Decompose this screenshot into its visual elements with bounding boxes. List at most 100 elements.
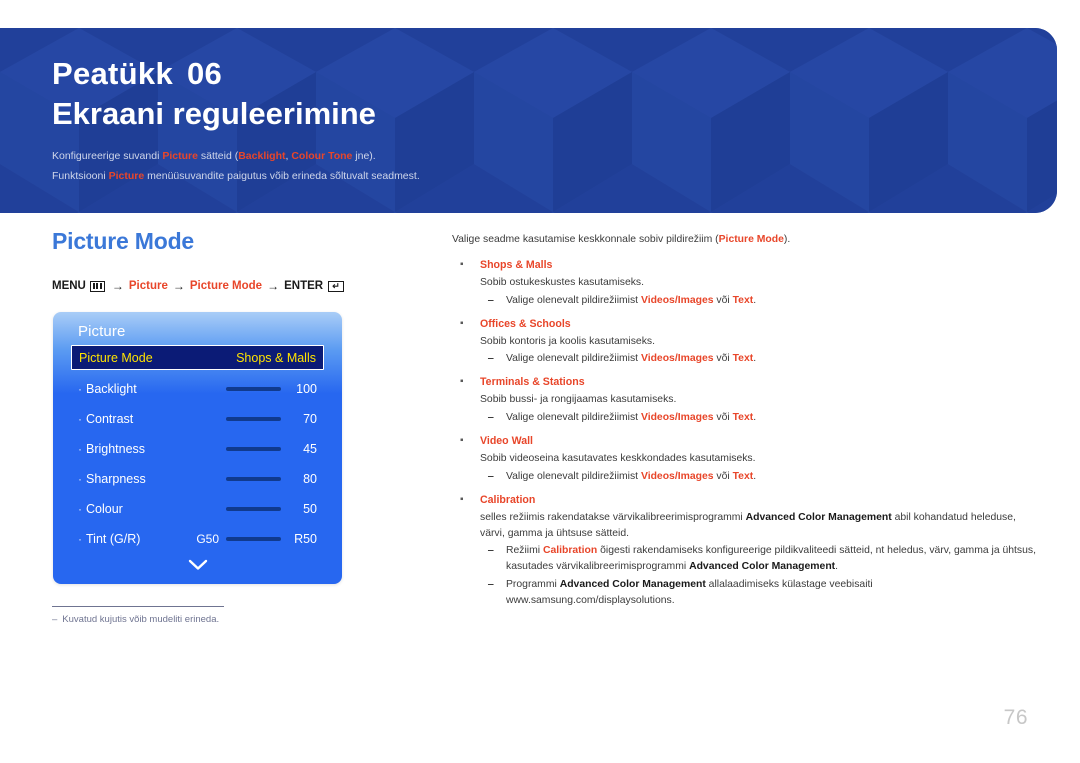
bullet-dot-icon: · [78,442,82,456]
list-item: ▪ Terminals & Stations Sobib bussi- ja r… [452,374,1042,426]
footnote-dash-marker: ‒ [52,614,58,625]
intro-pre: Valige seadme kasutamise keskkonnale sob… [452,234,719,245]
osd-row-sharpness[interactable]: · Sharpness 80 [71,464,324,494]
note-mid: või [713,353,733,365]
mode-desc-video-wall: Sobib videoseina kasutavates keskkondade… [480,453,756,465]
footnote-text-row: ‒ Kuvatud kujutis võib mudeliti erineda. [52,614,352,625]
note-post: . [753,470,757,482]
bullet-square-icon: ▪ [460,258,464,270]
chevron-down-icon [188,559,207,570]
chapter-title: Ekraani reguleerimine [52,96,376,132]
osd-value-sharpness: 80 [303,472,317,486]
note-hl-text: Text [732,294,754,306]
mode-note-video-wall: ‒ Valige olenevalt pildirežiimist Videos… [488,469,1042,485]
osd-row-tint[interactable]: · Tint (G/R) G50 R50 [71,524,324,554]
calib-desc-bold-acm: Advanced Color Management [745,511,892,523]
bullet-square-icon: ▪ [460,434,464,446]
osd-row-brightness[interactable]: · Brightness 45 [71,434,324,464]
sub1-highlight-backlight: Backlight [238,150,286,163]
menu-grid-icon [89,280,105,292]
dash-marker-icon: ‒ [488,470,494,482]
osd-row-list: Picture Mode Shops & Malls · Backlight 1… [53,345,342,554]
osd-row-label: Tint (G/R) [86,532,141,546]
osd-slider-sharpness[interactable] [226,477,281,481]
sub1-pre: Konfigureerige suvandi [52,150,163,163]
menu-key-label: MENU [52,280,86,292]
sub2-post: menüüsuvandite paigutus võib erineda sõl… [144,170,420,183]
mode-title-video-wall: Video Wall [480,434,533,447]
note-post: . [753,294,757,306]
osd-slider-contrast[interactable] [226,417,281,421]
bullet-square-icon: ▪ [460,493,464,505]
sub2-pre: Funktsiooni [52,170,109,183]
osd-row-picture-mode[interactable]: Picture Mode Shops & Malls [71,345,324,370]
note-mid: või [713,294,733,306]
note-hl-text: Text [732,412,754,424]
page-number: 76 [1003,706,1028,729]
breadcrumb-arrow-3: → [267,279,280,293]
note-post: . [753,353,757,365]
note-hl-videos-images: Videos/Images [640,294,714,306]
osd-picture-menu[interactable]: Picture Picture Mode Shops & Malls · Bac… [53,312,342,584]
osd-slider-brightness[interactable] [226,447,281,451]
breadcrumb: MENU → Picture → Picture Mode → ENTER ↵ [52,279,432,293]
mode-title-offices-schools: Offices & Schools [480,317,571,330]
mode-note-text: Valige olenevalt pildirežiimist Videos/I… [506,410,1042,426]
enter-return-icon: ↵ [328,280,345,292]
mode-note-text: Valige olenevalt pildirežiimist Videos/I… [506,469,1042,485]
note-pre: Valige olenevalt pildirežiimist [506,470,641,482]
note-hl-text: Text [732,353,754,365]
osd-slider-tint[interactable] [226,537,281,541]
note-post: . [753,412,757,424]
figure-footnote: ‒ Kuvatud kujutis võib mudeliti erineda. [52,606,352,625]
breadcrumb-step-picture-mode[interactable]: Picture Mode [190,280,262,292]
osd-slider-backlight[interactable] [226,387,281,391]
osd-value-colour: 50 [303,502,317,516]
dash-marker-icon: ‒ [488,294,494,306]
osd-slider-colour[interactable] [226,507,281,511]
sub2-highlight-picture: Picture [108,170,145,183]
calib-desc-pre: selles režiimis rakendatakse värvikalibr… [480,511,746,523]
intro-highlight-picture-mode: Picture Mode [718,234,784,245]
osd-row-colour[interactable]: · Colour 50 [71,494,324,524]
osd-scroll-down-button[interactable] [53,558,342,576]
note2-pre: Programmi [506,579,560,591]
bullet-square-icon: ▪ [460,376,464,388]
chapter-banner: Peatükk 06 Ekraani reguleerimine Konfigur… [0,28,1057,213]
note-pre: Valige olenevalt pildirežiimist [506,353,641,365]
mode-desc-terminals-stations: Sobib bussi- ja rongijaamas kasutamiseks… [480,394,677,406]
breadcrumb-step-picture[interactable]: Picture [129,280,168,292]
note-hl-videos-images: Videos/Images [640,412,714,424]
intro-paragraph: Valige seadme kasutamise keskkonnale sob… [452,232,1042,248]
mode-note-shops-malls: ‒ Valige olenevalt pildirežiimist Videos… [488,293,1042,309]
list-item: ▪ Offices & Schools Sobib kontoris ja ko… [452,316,1042,368]
osd-value-backlight: 100 [296,382,317,396]
bullet-dot-icon: · [78,382,82,396]
osd-value-brightness: 45 [303,442,317,456]
mode-desc-shops-malls: Sobib ostukeskustes kasutamiseks. [480,276,645,288]
note1-hl-calibration: Calibration [542,545,598,557]
osd-value-tint-green: G50 [196,532,219,546]
note-pre: Valige olenevalt pildirežiimist [506,412,641,424]
mode-desc-calibration: selles režiimis rakendatakse värvikalibr… [480,510,1042,542]
bullet-dot-icon: · [78,502,82,516]
sub1-highlight-colour-tone: Colour Tone [291,150,353,163]
list-item: ▪ Video Wall Sobib videoseina kasutavate… [452,433,1042,485]
banner-subtitle-line-2: Funktsiooni Picture menüüsuvandite paigu… [52,167,1057,185]
note1-pre: Režiimi [506,545,543,557]
note-mid: või [713,470,733,482]
osd-value-tint-red: R50 [294,532,317,546]
note-hl-text: Text [732,470,754,482]
mode-note-terminals-stations: ‒ Valige olenevalt pildirežiimist Videos… [488,410,1042,426]
osd-row-value: Shops & Malls [236,350,316,365]
list-item: ▪ Calibration selles režiimis rakendatak… [452,492,1042,609]
dash-marker-icon: ‒ [488,353,494,365]
osd-row-contrast[interactable]: · Contrast 70 [71,404,324,434]
note-hl-videos-images: Videos/Images [640,470,714,482]
note2-bold-acm: Advanced Color Management [559,579,706,591]
osd-row-backlight[interactable]: · Backlight 100 [71,374,324,404]
bullet-square-icon: ▪ [460,317,464,329]
note-pre: Valige olenevalt pildirežiimist [506,294,641,306]
banner-subtitle-line-1: Konfigureerige suvandi Picture sätteid (… [52,147,1057,165]
intro-post: ). [783,234,791,245]
